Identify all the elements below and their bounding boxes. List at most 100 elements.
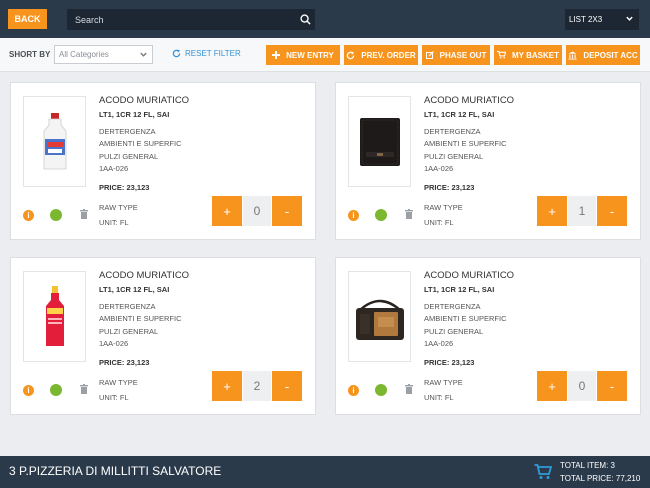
info-icon[interactable]: i xyxy=(348,385,359,396)
phase-out-button[interactable]: PHASE OUT xyxy=(422,45,490,65)
store-name: 3 P.PIZZERIA DI MILLITTI SALVATORE xyxy=(9,464,222,478)
refresh-icon xyxy=(172,49,181,58)
product-name: ACODO MURIATICO xyxy=(99,270,190,281)
trash-icon[interactable] xyxy=(80,384,88,394)
product-price: PRICE: 23,123 xyxy=(424,358,475,367)
product-card: ACODO MURIATICO LT1, 1CR 12 FL, SAI DERT… xyxy=(335,257,641,415)
quantity-value[interactable]: 0 xyxy=(568,371,596,401)
product-sku: 1AA-026 xyxy=(424,164,454,173)
chevron-down-icon xyxy=(140,52,147,57)
sort-label: SHORT BY xyxy=(9,50,51,59)
product-category: DERTERGENZA xyxy=(99,127,156,136)
product-name: ACODO MURIATICO xyxy=(424,95,515,106)
reset-filter-link[interactable]: RESET FILTER xyxy=(172,49,241,58)
product-sku: 1AA-026 xyxy=(99,339,129,348)
product-code: LT1, 1CR 12 FL, SAI xyxy=(424,110,495,119)
category-value: All Categories xyxy=(59,50,109,59)
trash-icon[interactable] xyxy=(80,209,88,219)
footer-bar: 3 P.PIZZERIA DI MILLITTI SALVATORE TOTAL… xyxy=(0,456,650,488)
refresh-icon xyxy=(347,50,355,59)
product-group: PULZI GENERAL xyxy=(424,327,484,336)
external-link-icon xyxy=(425,51,434,59)
product-unit: UNIT: FL xyxy=(99,393,129,402)
category-select[interactable]: All Categories xyxy=(54,45,153,64)
search-input[interactable]: Search xyxy=(67,9,315,30)
prev-order-button[interactable]: PREV. ORDER xyxy=(344,45,418,65)
info-icon[interactable]: i xyxy=(348,210,359,221)
product-price: PRICE: 23,123 xyxy=(424,183,475,192)
product-group: PULZI GENERAL xyxy=(99,152,159,161)
product-price: PRICE: 23,123 xyxy=(99,183,150,192)
product-category: DERTERGENZA xyxy=(424,302,481,311)
product-type: RAW TYPE xyxy=(424,203,463,212)
product-unit: UNIT: FL xyxy=(424,393,454,402)
total-price: TOTAL PRICE: 77,210 xyxy=(560,474,641,483)
info-icon[interactable]: i xyxy=(23,210,34,221)
product-card: ACODO MURIATICO LT1, 1CR 12 FL, SAI DERT… xyxy=(10,82,316,240)
new-entry-button[interactable]: NEW ENTRY xyxy=(266,45,340,65)
bank-icon xyxy=(568,50,577,60)
back-button[interactable]: BACK xyxy=(8,9,47,29)
product-group: PULZI GENERAL xyxy=(424,152,484,161)
cart-icon[interactable] xyxy=(534,464,552,480)
reset-filter-label: RESET FILTER xyxy=(185,49,241,58)
availability-dot-icon xyxy=(375,209,387,221)
product-name: ACODO MURIATICO xyxy=(424,270,515,281)
product-image[interactable] xyxy=(23,96,86,187)
product-image[interactable] xyxy=(23,271,86,362)
increase-qty-button[interactable]: + xyxy=(537,371,567,401)
product-category: DERTERGENZA xyxy=(99,302,156,311)
product-type: RAW TYPE xyxy=(424,378,463,387)
search-placeholder: Search xyxy=(75,14,104,25)
phase-out-label: PHASE OUT xyxy=(439,50,487,60)
cart-icon xyxy=(497,51,507,59)
decrease-qty-button[interactable]: - xyxy=(597,196,627,226)
deposit-acc-button[interactable]: DEPOSIT ACC xyxy=(566,45,640,65)
new-entry-label: NEW ENTRY xyxy=(286,50,334,60)
white-bottle-image xyxy=(43,112,66,169)
red-bottle-image xyxy=(45,285,64,346)
availability-dot-icon xyxy=(375,384,387,396)
product-price: PRICE: 23,123 xyxy=(99,358,150,367)
product-image[interactable] xyxy=(348,96,411,187)
product-subcategory: AMBIENTI E SUPERFIC xyxy=(424,139,507,148)
top-bar: BACK Search LIST 2X3 xyxy=(0,0,650,38)
product-card: ACODO MURIATICO LT1, 1CR 12 FL, SAI DERT… xyxy=(10,257,316,415)
trash-icon[interactable] xyxy=(405,384,413,394)
product-subcategory: AMBIENTI E SUPERFIC xyxy=(99,314,182,323)
product-subcategory: AMBIENTI E SUPERFIC xyxy=(424,314,507,323)
brown-bag-image xyxy=(355,299,404,340)
search-icon[interactable] xyxy=(295,14,315,25)
increase-qty-button[interactable]: + xyxy=(212,371,242,401)
product-type: RAW TYPE xyxy=(99,378,138,387)
product-subcategory: AMBIENTI E SUPERFIC xyxy=(99,139,182,148)
increase-qty-button[interactable]: + xyxy=(537,196,567,226)
trash-icon[interactable] xyxy=(405,209,413,219)
availability-dot-icon xyxy=(50,209,62,221)
black-wallet-image xyxy=(359,117,400,166)
quantity-value[interactable]: 2 xyxy=(243,371,271,401)
chevron-down-icon xyxy=(626,16,633,21)
decrease-qty-button[interactable]: - xyxy=(597,371,627,401)
product-image[interactable] xyxy=(348,271,411,362)
decrease-qty-button[interactable]: - xyxy=(272,196,302,226)
list-mode-select[interactable]: LIST 2X3 xyxy=(565,9,639,30)
product-card: ACODO MURIATICO LT1, 1CR 12 FL, SAI DERT… xyxy=(335,82,641,240)
increase-qty-button[interactable]: + xyxy=(212,196,242,226)
deposit-acc-label: DEPOSIT ACC xyxy=(583,50,638,60)
quantity-value[interactable]: 1 xyxy=(568,196,596,226)
product-sku: 1AA-026 xyxy=(424,339,454,348)
product-code: LT1, 1CR 12 FL, SAI xyxy=(424,285,495,294)
product-group: PULZI GENERAL xyxy=(99,327,159,336)
product-code: LT1, 1CR 12 FL, SAI xyxy=(99,285,170,294)
availability-dot-icon xyxy=(50,384,62,396)
info-icon[interactable]: i xyxy=(23,385,34,396)
list-mode-value: LIST 2X3 xyxy=(569,15,603,24)
product-type: RAW TYPE xyxy=(99,203,138,212)
my-basket-button[interactable]: MY BASKET xyxy=(494,45,562,65)
filter-bar: SHORT BY All Categories RESET FILTER NEW… xyxy=(0,38,650,72)
my-basket-label: MY BASKET xyxy=(512,50,559,60)
decrease-qty-button[interactable]: - xyxy=(272,371,302,401)
product-category: DERTERGENZA xyxy=(424,127,481,136)
quantity-value[interactable]: 0 xyxy=(243,196,271,226)
